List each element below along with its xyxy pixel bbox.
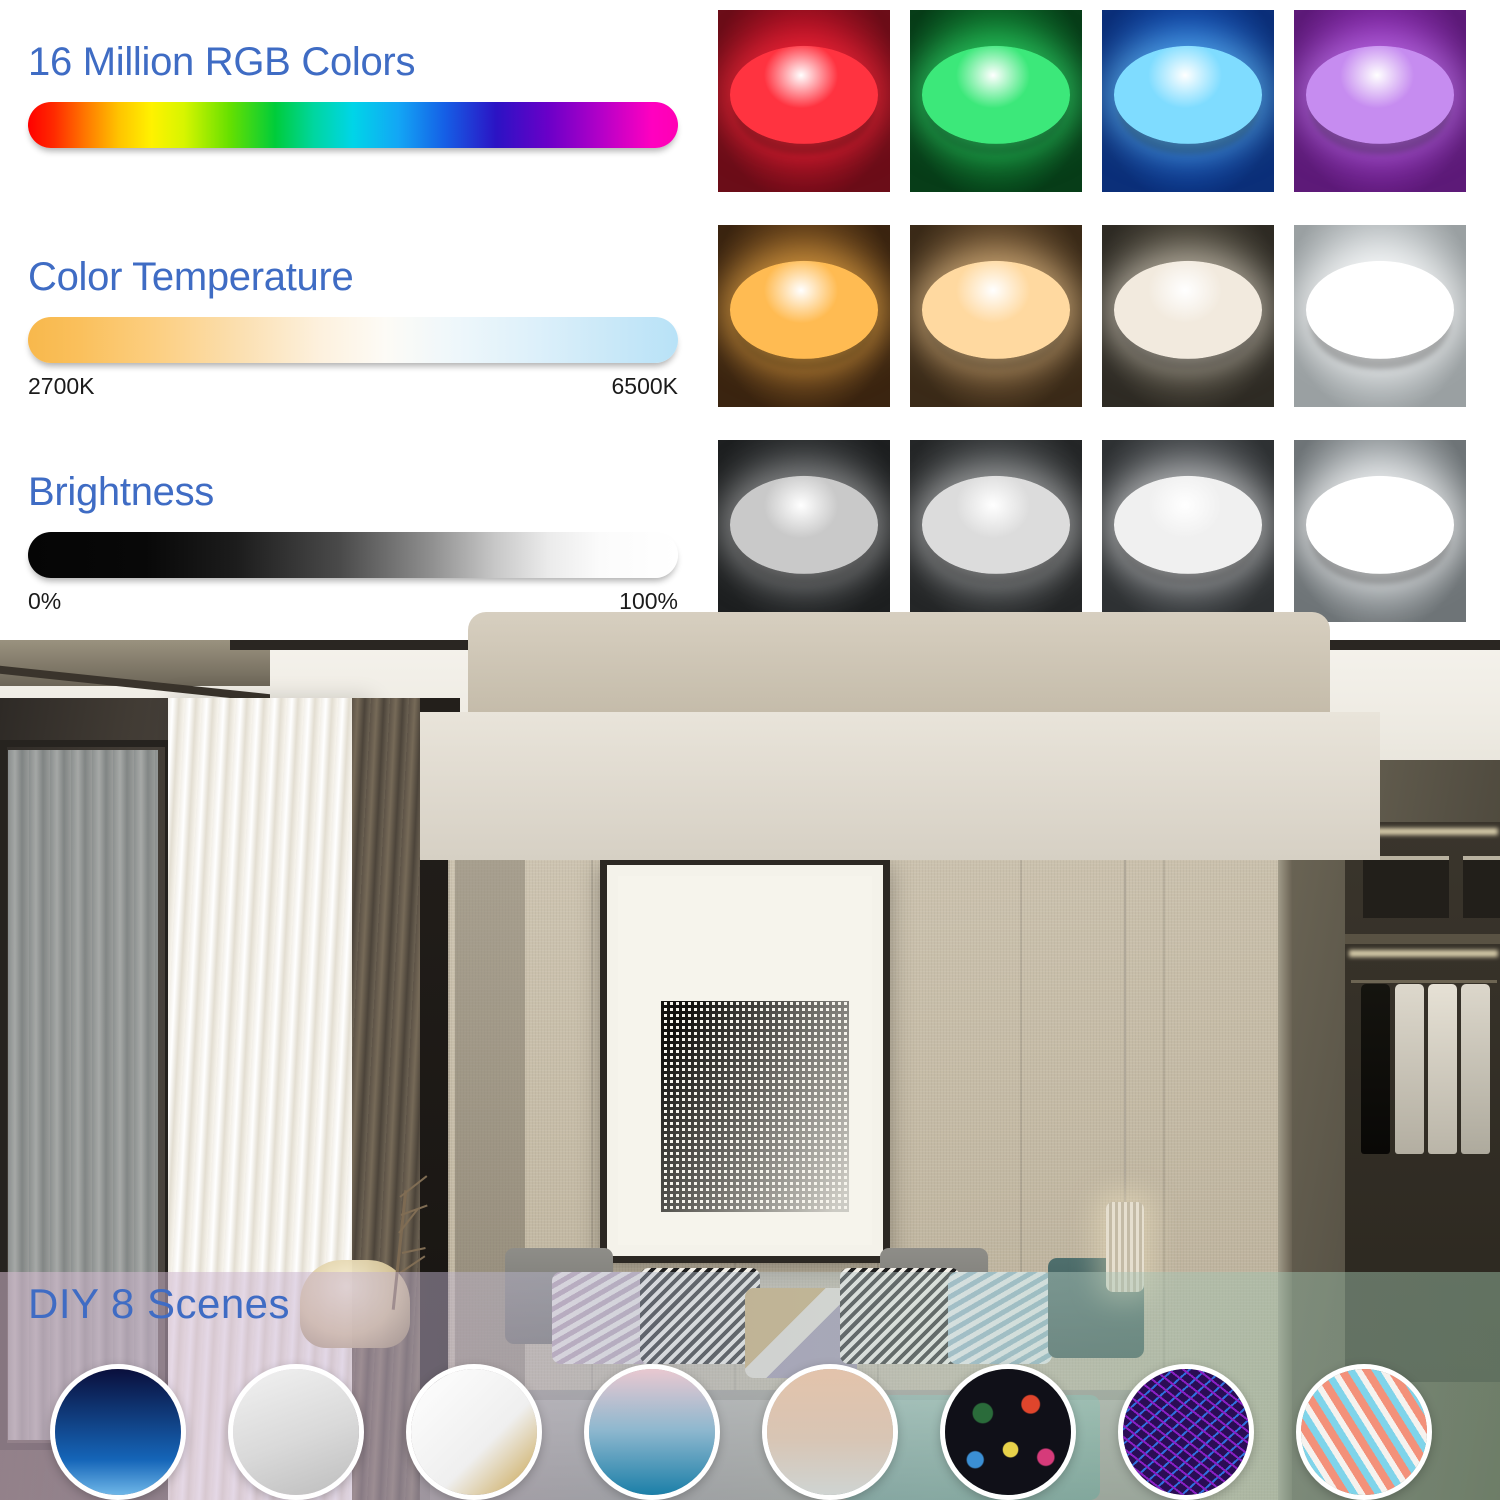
blackout-drape: [352, 698, 428, 1500]
ceiling-light-green-fixture: [922, 45, 1070, 154]
fixture-diffuser: [730, 475, 878, 574]
fixture-diffuser: [922, 260, 1070, 359]
ceiling-light-5000k-fixture: [1114, 260, 1262, 369]
ceiling-light-6500k: [1294, 225, 1466, 407]
brightness-label-min: 0%: [28, 588, 62, 614]
ceiling-light-blue: [1102, 10, 1274, 192]
brightness-bar: [28, 532, 678, 578]
wardrobe-shelf: [1345, 934, 1500, 944]
feature-list: 16 Million RGB Colors Color Temperature …: [0, 0, 700, 640]
pendant-lamp-cord: [1124, 795, 1126, 1355]
ceiling-light-2700k-fixture: [730, 260, 878, 369]
ceiling-light-3500k: [910, 225, 1082, 407]
hanging-garment-2: [1428, 984, 1457, 1154]
ceiling-light-purple: [1294, 10, 1466, 192]
artwork-mat: [618, 876, 872, 1245]
fixture-diffuser: [1114, 475, 1262, 574]
ceiling-light-purple-fixture: [1306, 45, 1454, 154]
rgb-gradient-bar-wrapper: [28, 102, 678, 148]
hanging-garment-1: [1395, 984, 1424, 1154]
feature-title-brightness: Brightness: [28, 470, 214, 514]
feature-title-color-temperature: Color Temperature: [28, 255, 354, 299]
fixture-diffuser: [1306, 475, 1454, 574]
ceiling-light-2700k: [718, 225, 890, 407]
rgb-spectrum-bar: [28, 102, 678, 148]
ceiling-light-5000k: [1102, 225, 1274, 407]
wardrobe-storage-box-1: [1363, 856, 1449, 918]
wardrobe-led-strip-mid: [1349, 950, 1498, 957]
artwork-halftone-grid: [661, 1001, 850, 1212]
ceiling-light-brightness-50: [910, 440, 1082, 622]
color-temperature-bar: [28, 317, 678, 363]
feature-brightness: Brightness 0% 100%: [28, 470, 678, 615]
brightness-scale-labels: 0% 100%: [28, 588, 678, 615]
wardrobe-opening: [1345, 822, 1500, 1382]
wardrobe-door-edge: [1278, 760, 1292, 1500]
wall-left-return: [455, 740, 525, 1500]
ceiling-light-red: [718, 10, 890, 192]
sheer-curtain: [168, 698, 368, 1500]
hanging-garment-dark: [1361, 984, 1390, 1154]
features-and-thumbnails-panel: 16 Million RGB Colors Color Temperature …: [0, 0, 1500, 640]
fixture-diffuser: [730, 260, 878, 359]
wardrobe-storage-box-2: [1463, 856, 1500, 918]
ceiling-light-6500k-fixture: [1306, 260, 1454, 369]
fixture-diffuser: [730, 45, 878, 144]
feature-color-temperature: Color Temperature 2700K 6500K: [28, 255, 678, 400]
product-feature-page: 16 Million RGB Colors Color Temperature …: [0, 0, 1500, 1500]
ceiling-light-brightness-25-fixture: [730, 475, 878, 584]
fixture-diffuser: [1114, 45, 1262, 144]
fixture-diffuser: [1306, 260, 1454, 359]
cct-label-max: 6500K: [611, 373, 678, 399]
ceiling-light-brightness-100: [1294, 440, 1466, 622]
fixture-diffuser: [922, 475, 1070, 574]
wardrobe-led-strip-top: [1349, 828, 1498, 835]
fixture-diffuser: [1306, 45, 1454, 144]
cct-scale-labels: 2700K 6500K: [28, 373, 678, 400]
ceiling-light-brightness-25: [718, 440, 890, 622]
recessed-downlight-2: [1196, 762, 1212, 769]
ceiling-light-green: [910, 10, 1082, 192]
ceiling-light-red-fixture: [730, 45, 878, 154]
product-thumbnail-grid: [716, 0, 1500, 640]
brightness-gradient-bar-wrapper: [28, 532, 678, 578]
brightness-label-max: 100%: [619, 588, 678, 614]
window-frame: [0, 740, 172, 1450]
fixture-diffuser: [1114, 260, 1262, 359]
ceiling-light-brightness-75-fixture: [1114, 475, 1262, 584]
wardrobe-hanger-rod: [1351, 980, 1497, 983]
ceiling-light-3500k-fixture: [922, 260, 1070, 369]
feature-rgb-colors: 16 Million RGB Colors: [28, 40, 678, 148]
fixture-diffuser: [922, 45, 1070, 144]
cct-gradient-bar-wrapper: [28, 317, 678, 363]
framed-artwork: [600, 858, 890, 1263]
ceiling-light-brightness-50-fixture: [922, 475, 1070, 584]
ceiling-light-blue-fixture: [1114, 45, 1262, 154]
ceiling-light-brightness-100-fixture: [1306, 475, 1454, 584]
ceiling-light-brightness-75: [1102, 440, 1274, 622]
cct-label-min: 2700K: [28, 373, 95, 399]
hanging-garment-3: [1461, 984, 1490, 1154]
bedroom-scene-photo: [0, 640, 1500, 1500]
feature-title-rgb-colors: 16 Million RGB Colors: [28, 40, 416, 84]
